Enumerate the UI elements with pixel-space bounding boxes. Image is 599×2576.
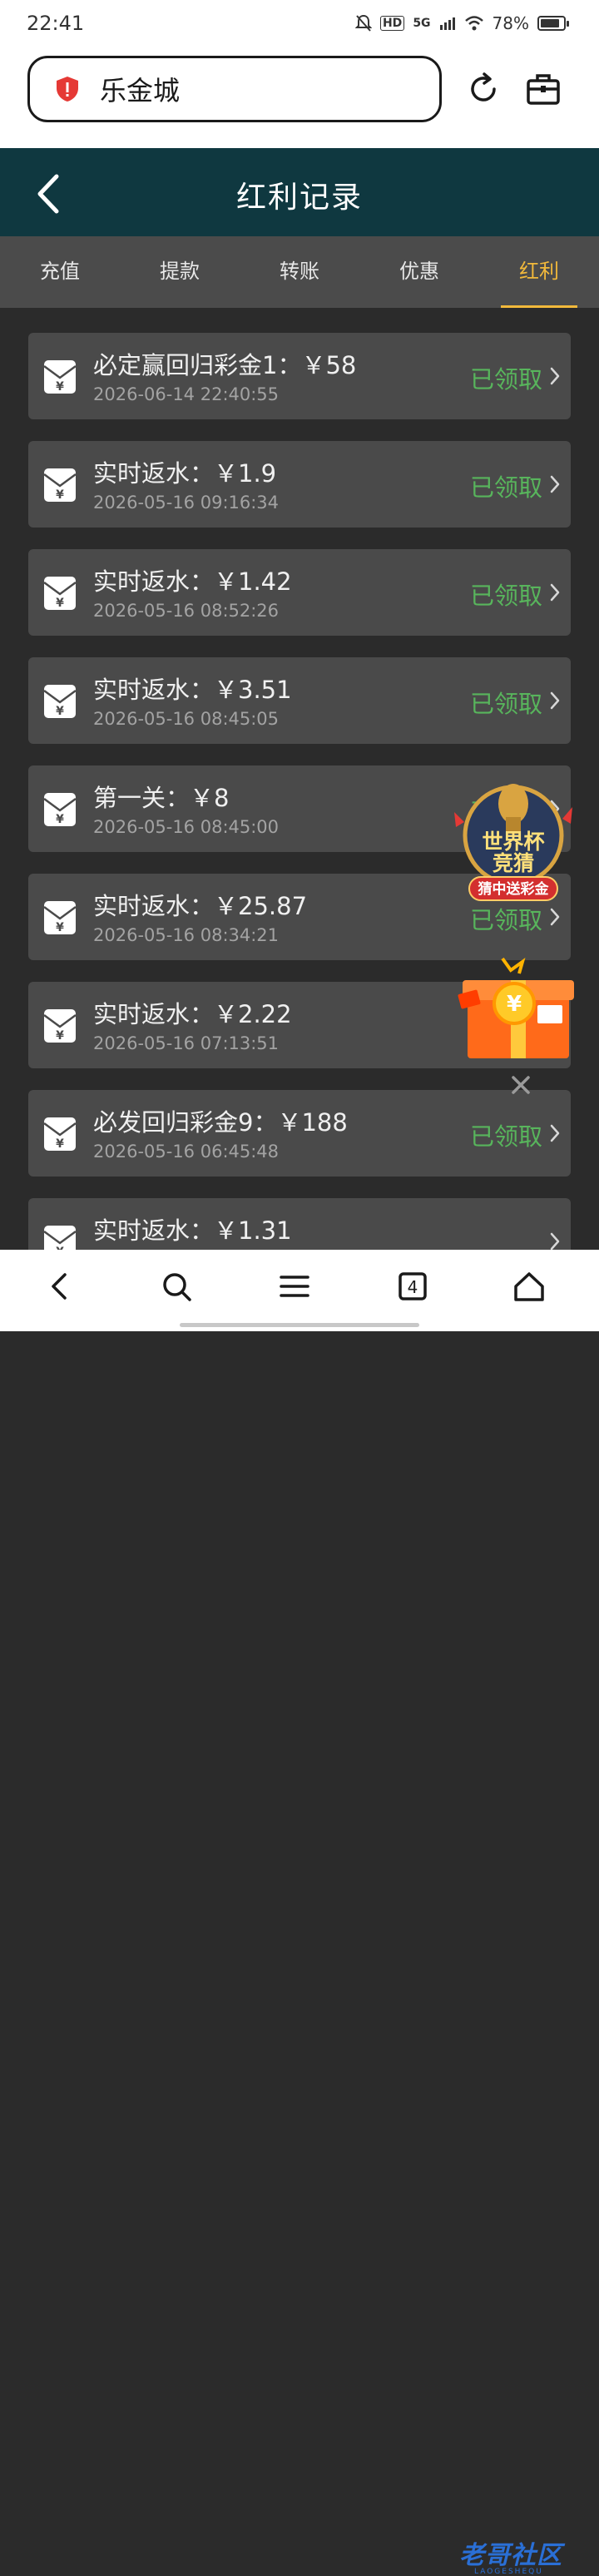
promo-cup-line1: 世界杯 [482, 830, 544, 854]
svg-text:¥: ¥ [56, 813, 64, 826]
promo-cup-line2: 竞猜 [493, 851, 534, 875]
red-envelope-icon: ¥ [43, 468, 77, 502]
chevron-right-icon [550, 1232, 560, 1251]
record-title: 实时返水：￥2.22 [93, 1000, 292, 1028]
promo-cup-banner: 猜中送彩金 [478, 880, 550, 898]
record-title: 必定赢回归彩金1：￥58 [93, 351, 357, 379]
status-bar: 22:41 HD 5G 78% [0, 0, 599, 50]
menu-icon[interactable] [278, 1270, 311, 1303]
browser-bar: 乐金城 [0, 50, 599, 148]
page-title: 红利记录 [235, 181, 363, 215]
status-icons: HD 5G 78% [354, 13, 569, 33]
page-header: 红利记录 [0, 148, 599, 236]
tabs-icon[interactable]: 4 [396, 1270, 429, 1303]
wifi-icon [464, 16, 483, 31]
svg-text:¥: ¥ [56, 705, 64, 718]
red-envelope-icon: ¥ [43, 1117, 77, 1151]
record-date: 2026-05-16 08:45:05 [93, 709, 280, 729]
red-envelope-icon: ¥ [43, 360, 77, 394]
svg-text:¥: ¥ [507, 992, 522, 1017]
watermark-sub: LAOGESHEQU [474, 2568, 543, 2576]
tab-promotion[interactable]: 优惠 [359, 236, 479, 308]
chevron-right-icon [550, 583, 560, 602]
tab-count: 4 [408, 1277, 418, 1297]
chevron-right-icon [550, 367, 560, 385]
chevron-right-icon [550, 1124, 560, 1142]
svg-text:¥: ¥ [56, 1029, 64, 1043]
browser-bottom-nav: 4 老哥社区 LAOGESHEQU [0, 1250, 599, 2576]
red-envelope-icon: ¥ [43, 577, 77, 610]
battery-level: 78% [492, 13, 529, 33]
record-date: 2026-05-16 07:13:51 [93, 1033, 280, 1053]
watermark-logo: 老哥社区 [459, 2541, 562, 2570]
bonus-record-card[interactable]: ¥ 必定赢回归彩金1：￥58 2026-06-14 22:40:55 已领取 [28, 333, 571, 419]
tab-transfer[interactable]: 转账 [240, 236, 359, 308]
record-status: 已领取 [469, 582, 542, 610]
home-icon[interactable] [512, 1270, 546, 1303]
record-title: 必发回归彩金9：￥188 [93, 1108, 348, 1137]
bonus-record-card[interactable]: ¥ 实时返水：￥1.9 2026-05-16 09:16:34 已领取 [28, 441, 571, 528]
record-status: 已领取 [469, 1122, 542, 1151]
record-date: 2026-05-16 09:16:34 [93, 493, 280, 513]
tab-bonus[interactable]: 红利 [479, 236, 599, 308]
world-cup-promo[interactable]: 世界杯 竞猜 猜中送彩金 [448, 779, 579, 904]
record-title: 实时返水：￥3.51 [93, 676, 292, 704]
record-status: 已领取 [469, 473, 542, 502]
bonus-record-card[interactable]: ¥ 实时返水：￥1.42 2026-05-16 08:52:26 已领取 [28, 549, 571, 636]
red-envelope-icon: ¥ [43, 1009, 77, 1043]
record-title: 实时返水：￥25.87 [93, 892, 308, 920]
record-date: 2026-05-16 06:45:48 [93, 1142, 280, 1162]
home-indicator[interactable] [180, 1323, 419, 1327]
record-date: 2026-05-16 08:45:00 [93, 817, 280, 837]
svg-text:¥: ¥ [56, 597, 64, 610]
record-status: 已领取 [469, 365, 542, 394]
svg-text:¥: ¥ [56, 921, 64, 934]
toolbox-icon[interactable] [526, 72, 561, 107]
record-date: 2026-06-14 22:40:55 [93, 384, 280, 404]
red-envelope-icon: ¥ [43, 901, 77, 934]
chevron-right-icon [550, 691, 560, 710]
record-status: 已领取 [469, 906, 542, 934]
bonus-record-card[interactable]: ¥ 必发回归彩金9：￥188 2026-05-16 06:45:48 已领取 [28, 1090, 571, 1177]
status-time: 22:41 [27, 12, 85, 35]
record-title: 实时返水：￥1.31 [93, 1216, 292, 1245]
record-title: 第一关：￥8 [93, 784, 230, 812]
chevron-right-icon [550, 475, 560, 493]
hd-icon: HD [379, 16, 405, 31]
refresh-icon[interactable] [466, 72, 501, 107]
tab-deposit[interactable]: 充值 [0, 236, 120, 308]
record-tabs: 充值 提款 转账 优惠 红利 [0, 236, 599, 308]
address-bar[interactable]: 乐金城 [27, 56, 442, 122]
battery-icon [537, 16, 569, 31]
back-icon[interactable] [43, 1270, 77, 1303]
signal-icon [439, 17, 455, 30]
shield-icon[interactable] [53, 75, 82, 103]
record-title: 实时返水：￥1.42 [93, 567, 292, 596]
url-title: 乐金城 [100, 75, 181, 107]
close-icon[interactable] [509, 1073, 532, 1097]
record-date: 2026-05-16 08:34:21 [93, 925, 280, 945]
record-title: 实时返水：￥1.9 [93, 459, 277, 488]
gift-box-promo[interactable]: ¥ [456, 955, 581, 1063]
red-envelope-icon: ¥ [43, 793, 77, 826]
search-icon[interactable] [160, 1270, 193, 1303]
bell-off-icon [354, 14, 372, 32]
svg-text:¥: ¥ [56, 380, 64, 394]
record-status: 已领取 [469, 690, 542, 718]
chevron-right-icon [550, 908, 560, 926]
svg-text:¥: ¥ [56, 1137, 64, 1151]
svg-text:¥: ¥ [56, 488, 64, 502]
bonus-record-card[interactable]: ¥ 实时返水：￥3.51 2026-05-16 08:45:05 已领取 [28, 657, 571, 744]
record-date: 2026-05-16 08:52:26 [93, 601, 280, 621]
network-label: 5G [413, 17, 431, 30]
red-envelope-icon: ¥ [43, 685, 77, 718]
tab-withdraw[interactable]: 提款 [120, 236, 240, 308]
